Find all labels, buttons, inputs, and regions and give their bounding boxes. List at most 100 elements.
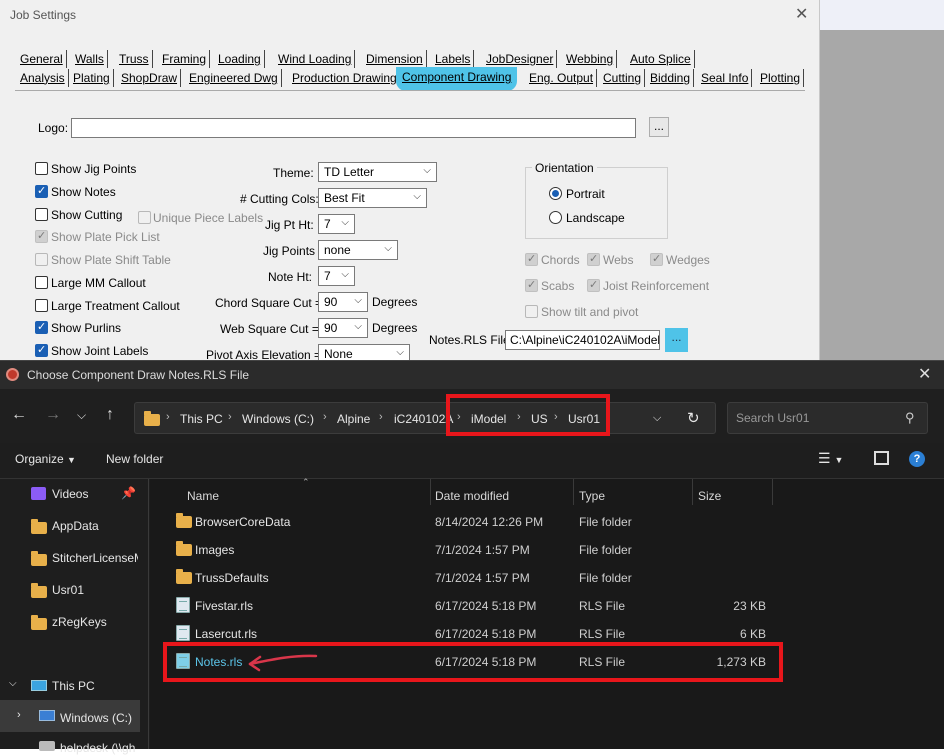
sidebar-item-zregkeys[interactable]: zRegKeys [52, 615, 107, 629]
tab-loading[interactable]: Loading [215, 50, 265, 68]
tab-labels[interactable]: Labels [432, 50, 475, 68]
pivot-axis-value: None [324, 347, 353, 361]
breadcrumb-windows-c[interactable]: Windows (C:) [242, 412, 314, 426]
jig-points-select[interactable]: none ⌵ [318, 240, 398, 260]
address-bar[interactable]: › This PC › Windows (C:) › Alpine › iC24… [134, 402, 716, 434]
cutting-cols-select[interactable]: Best Fit ⌵ [318, 188, 427, 208]
web-square-cut-select[interactable]: 90 ⌵ [318, 318, 368, 338]
chevron-right-icon: › [379, 411, 383, 423]
notes-rls-browse-button[interactable]: ... [665, 328, 688, 352]
pane-divider [148, 479, 149, 749]
chord-square-cut-value: 90 [324, 295, 338, 309]
logo-input[interactable] [71, 118, 636, 138]
tab-auto-splice[interactable]: Auto Splice [627, 50, 695, 68]
large-mm-callout-checkbox[interactable] [35, 276, 48, 289]
tab-component-drawing[interactable]: Component Drawing [396, 67, 518, 91]
tab-webbing[interactable]: Webbing [563, 50, 618, 68]
forward-arrow-icon[interactable]: → [45, 406, 61, 424]
column-header-date[interactable]: Date modified [435, 489, 509, 503]
file-row[interactable]: TrussDefaults 7/1/2024 1:57 PM File fold… [168, 563, 776, 591]
tab-seal-info[interactable]: Seal Info [698, 69, 753, 87]
show-notes-checkbox[interactable] [35, 184, 48, 198]
tab-plotting[interactable]: Plotting [757, 69, 805, 87]
view-list-icon[interactable]: ☰ ▼ [818, 450, 843, 467]
tab-jobdesigner[interactable]: JobDesigner [483, 50, 558, 68]
sidebar-item-windows-c[interactable]: Windows (C:) [60, 711, 132, 725]
file-row[interactable]: Fivestar.rls 6/17/2024 5:18 PM RLS File … [168, 591, 776, 619]
jig-pt-ht-select[interactable]: 7 ⌵ [318, 214, 355, 234]
show-cutting-checkbox[interactable] [35, 208, 48, 221]
chord-square-cut-select[interactable]: 90 ⌵ [318, 292, 368, 312]
file-name: Images [195, 543, 235, 557]
show-plate-shift-table-checkbox [35, 253, 48, 266]
show-purlins-checkbox[interactable] [35, 320, 48, 334]
unique-piece-labels-label: Unique Piece Labels [153, 211, 264, 225]
new-folder-button[interactable]: New folder [106, 452, 163, 466]
sidebar-item-this-pc[interactable]: This PC [52, 679, 95, 693]
tab-plating[interactable]: Plating [70, 69, 114, 87]
sidebar-item-usr01[interactable]: Usr01 [52, 583, 84, 597]
column-header-name[interactable]: Name [187, 489, 219, 503]
breadcrumb-this-pc[interactable]: This PC [180, 412, 223, 426]
folder-icon [176, 513, 192, 528]
sidebar-item-stitcherlicense[interactable]: StitcherLicenseM [52, 551, 138, 565]
tab-cutting[interactable]: Cutting [600, 69, 646, 87]
logo-browse-button[interactable]: ... [649, 117, 669, 137]
refresh-icon[interactable]: ↻ [687, 409, 700, 427]
show-jig-points-checkbox[interactable] [35, 162, 48, 175]
tab-wind-loading[interactable]: Wind Loading [275, 50, 356, 68]
breadcrumb-ic240102a[interactable]: iC240102A [394, 412, 453, 426]
column-separator [430, 479, 431, 505]
tab-analysis[interactable]: Analysis [17, 69, 69, 87]
show-jig-points-label: Show Jig Points [51, 162, 137, 176]
sidebar-item-videos[interactable]: Videos [52, 487, 88, 501]
help-icon[interactable]: ? [909, 451, 925, 467]
pin-icon[interactable]: 📌 [121, 486, 136, 500]
jig-pt-ht-label: Jig Pt Ht: [265, 218, 314, 232]
sidebar-item-appdata[interactable]: AppData [52, 519, 99, 533]
chevron-down-icon[interactable]: ⌵ [9, 678, 17, 689]
tab-bidding[interactable]: Bidding [647, 69, 695, 87]
chevron-right-icon: › [323, 411, 327, 423]
theme-select[interactable]: TD Letter ⌵ [318, 162, 437, 182]
column-header-type[interactable]: Type [579, 489, 605, 503]
landscape-radio[interactable] [549, 211, 562, 224]
file-size: 23 KB [733, 599, 766, 613]
note-ht-select[interactable]: 7 ⌵ [318, 266, 355, 286]
preview-pane-icon[interactable] [874, 451, 889, 465]
tab-general[interactable]: General [17, 50, 67, 68]
tab-eng-output[interactable]: Eng. Output [526, 69, 598, 87]
organize-button[interactable]: Organize ▼ [15, 452, 76, 466]
chevron-down-icon[interactable]: ⌵ [77, 408, 86, 423]
folder-icon [31, 519, 47, 534]
search-box[interactable]: Search Usr01 ⚲ [727, 402, 928, 434]
file-row[interactable]: Images 7/1/2024 1:57 PM File folder [168, 535, 776, 563]
chevron-right-icon[interactable]: › [17, 709, 21, 721]
portrait-radio[interactable] [549, 187, 562, 200]
tab-production-drawing[interactable]: Production Drawing [289, 69, 401, 87]
close-icon[interactable]: ✕ [795, 4, 808, 24]
window-title: Job Settings [10, 8, 77, 22]
tab-truss[interactable]: Truss [116, 50, 153, 68]
sidebar-item-helpdesk[interactable]: helpdesk (\\gh [60, 741, 135, 755]
chevron-down-icon[interactable]: ⌵ [653, 412, 661, 425]
tab-framing[interactable]: Framing [159, 50, 211, 68]
close-icon[interactable]: ✕ [918, 364, 931, 384]
tab-shopdraw[interactable]: ShopDraw [118, 69, 182, 87]
breadcrumb-alpine[interactable]: Alpine [337, 412, 370, 426]
webs-label: Webs [603, 253, 634, 267]
search-icon: ⚲ [905, 410, 915, 425]
dialog-toolbar: Organize ▼ New folder ☰ ▼ ? [0, 443, 944, 479]
large-treatment-callout-checkbox[interactable] [35, 299, 48, 312]
tab-dimension[interactable]: Dimension [363, 50, 427, 68]
tab-walls[interactable]: Walls [72, 50, 108, 68]
logo-label: Logo: [38, 121, 69, 135]
jig-points-label: Jig Points [263, 244, 316, 258]
tab-engineered-dwg[interactable]: Engineered Dwg [186, 69, 282, 87]
file-row[interactable]: BrowserCoreData 8/14/2024 12:26 PM File … [168, 507, 776, 535]
notes-rls-input[interactable]: C:\Alpine\iC240102A\iModel\U: [505, 330, 660, 350]
back-arrow-icon[interactable]: ← [11, 406, 27, 424]
column-header-size[interactable]: Size [698, 489, 721, 503]
show-joint-labels-checkbox[interactable] [35, 343, 48, 357]
up-arrow-icon[interactable]: ↑ [106, 406, 114, 424]
